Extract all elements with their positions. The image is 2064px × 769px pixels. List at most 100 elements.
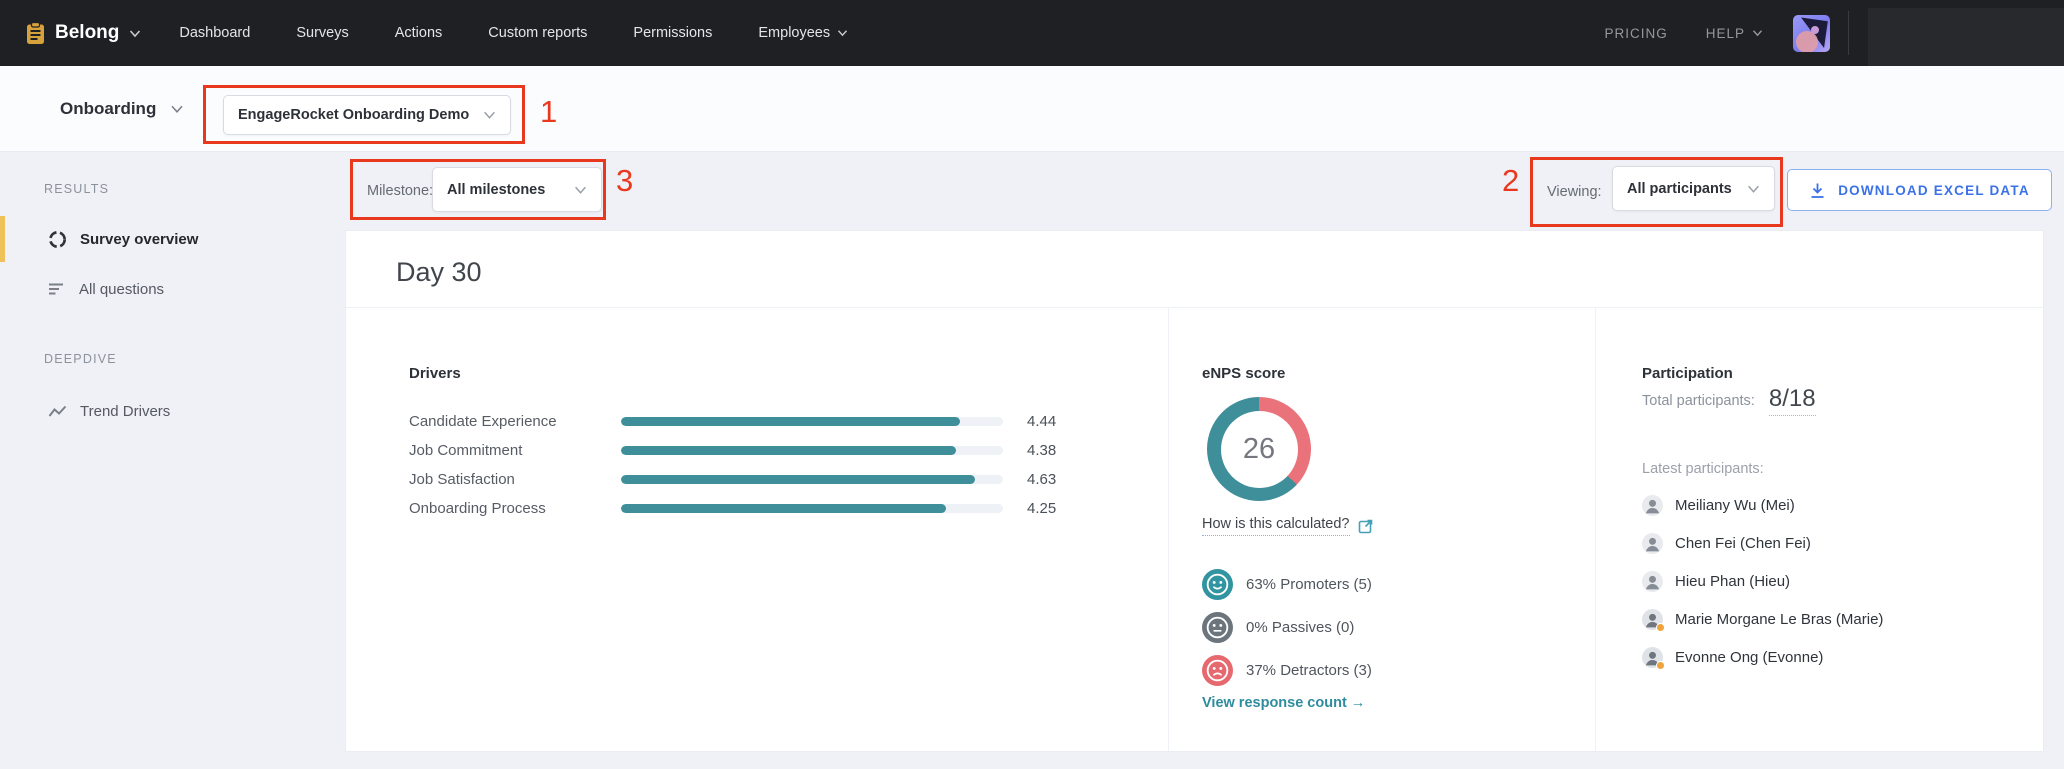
participant-name: Chen Fei (Chen Fei) xyxy=(1675,534,1811,552)
total-participants-label: Total participants: xyxy=(1642,392,1755,409)
donut-chart-icon xyxy=(48,230,67,248)
chevron-down-icon xyxy=(1748,185,1759,193)
sidebar-section-deepdive: DEEPDIVE xyxy=(44,352,117,366)
driver-bar-track xyxy=(621,416,1003,426)
person-avatar-icon xyxy=(1642,570,1663,592)
nav-item-dashboard[interactable]: Dashboard xyxy=(179,25,250,41)
passives-label: 0% Passives (0) xyxy=(1246,618,1355,636)
how-calculated-link[interactable]: How is this calculated? xyxy=(1202,516,1374,536)
clipboard-icon xyxy=(27,21,44,44)
total-participants-value[interactable]: 8/18 xyxy=(1768,385,1816,416)
milestone-label: Milestone: xyxy=(367,183,434,199)
sidebar-item-label: All questions xyxy=(79,280,165,298)
avatar xyxy=(1642,494,1663,516)
driver-bar-track xyxy=(621,474,1003,484)
viewing-select[interactable]: All participants xyxy=(1612,166,1775,211)
driver-bar-track xyxy=(621,445,1003,455)
driver-row: Job Commitment 4.38 xyxy=(409,436,1056,464)
driver-value: 4.25 xyxy=(1027,499,1057,517)
sidebar-item-label: Trend Drivers xyxy=(80,402,171,420)
participant-name: Hieu Phan (Hieu) xyxy=(1675,572,1791,590)
driver-row: Candidate Experience 4.44 xyxy=(409,407,1056,435)
divider xyxy=(1848,11,1849,55)
viewing-label: Viewing: xyxy=(1547,184,1602,200)
promoters-row: 63% Promoters (5) xyxy=(1202,568,1372,600)
brand-menu[interactable]: Belong xyxy=(26,21,141,45)
enps-donut-chart: 26 xyxy=(1207,397,1311,501)
viewing-select-value: All participants xyxy=(1627,180,1732,197)
sidebar-section-results: RESULTS xyxy=(44,182,110,196)
milestone-select-value: All milestones xyxy=(447,181,546,198)
milestone-select[interactable]: All milestones xyxy=(432,167,602,212)
driver-value: 4.63 xyxy=(1027,470,1057,488)
sidebar-item-trend-drivers[interactable]: Trend Drivers xyxy=(48,396,170,426)
chevron-down-icon xyxy=(171,105,183,113)
driver-value: 4.44 xyxy=(1027,412,1057,430)
participant-name: Marie Morgane Le Bras (Marie) xyxy=(1675,610,1884,628)
nav-item-help-label: HELP xyxy=(1705,25,1745,41)
driver-label: Onboarding Process xyxy=(409,499,546,517)
application-window: Belong Dashboard Surveys Actions Custom … xyxy=(0,0,2064,769)
participant-row: Hieu Phan (Hieu) xyxy=(1642,568,1790,594)
nav-item-actions[interactable]: Actions xyxy=(395,25,443,41)
participant-row: Marie Morgane Le Bras (Marie) xyxy=(1642,606,1883,632)
top-navigation: Belong Dashboard Surveys Actions Custom … xyxy=(0,0,2064,66)
nav-items: Dashboard Surveys Actions Custom reports… xyxy=(179,25,848,41)
driver-label: Candidate Experience xyxy=(409,412,557,430)
nav-item-permissions[interactable]: Permissions xyxy=(633,25,712,41)
chevron-down-icon xyxy=(838,30,848,37)
driver-bar-fill xyxy=(621,445,956,455)
user-menu-redacted[interactable] xyxy=(1868,8,2064,66)
survey-select-value: EngageRocket Onboarding Demo xyxy=(238,107,470,123)
avatar xyxy=(1642,646,1665,670)
promoter-smiley-icon xyxy=(1202,568,1233,600)
download-icon xyxy=(1811,183,1824,198)
nav-item-custom-reports[interactable]: Custom reports xyxy=(488,25,587,41)
participant-name: Evonne Ong (Evonne) xyxy=(1675,648,1824,666)
view-response-count-link[interactable]: View response count → xyxy=(1202,695,1365,711)
divider xyxy=(1168,308,1169,751)
app-logo-icon[interactable] xyxy=(1793,14,1830,52)
avatar xyxy=(1642,532,1663,554)
chevron-down-icon xyxy=(130,29,141,37)
chevron-down-icon xyxy=(484,111,495,119)
driver-value: 4.38 xyxy=(1027,441,1057,459)
app-logo-shape xyxy=(1796,16,1828,52)
how-calculated-label: How is this calculated? xyxy=(1202,516,1350,536)
participant-row: Chen Fei (Chen Fei) xyxy=(1642,530,1811,556)
driver-row: Job Satisfaction 4.63 xyxy=(409,465,1056,493)
sidebar-item-survey-overview[interactable]: Survey overview xyxy=(48,224,198,254)
nav-item-pricing[interactable]: PRICING xyxy=(1604,26,1667,41)
person-avatar-icon xyxy=(1642,532,1663,554)
survey-select[interactable]: EngageRocket Onboarding Demo xyxy=(223,95,511,135)
divider xyxy=(346,307,2043,308)
participant-row: Evonne Ong (Evonne) xyxy=(1642,644,1823,670)
promoters-label: 63% Promoters (5) xyxy=(1246,575,1372,593)
brand-label: Belong xyxy=(55,22,120,43)
total-participants-row: Total participants: 8/18 xyxy=(1642,385,1816,416)
passive-neutral-icon xyxy=(1202,611,1233,643)
driver-bar-track xyxy=(621,503,1003,513)
nav-item-surveys[interactable]: Surveys xyxy=(296,25,348,41)
nav-item-help[interactable]: HELP xyxy=(1706,26,1763,41)
list-lines-icon xyxy=(49,283,63,295)
program-selector[interactable]: Onboarding xyxy=(60,99,184,119)
download-excel-button[interactable]: DOWNLOAD EXCEL DATA xyxy=(1787,169,2052,211)
driver-label: Job Satisfaction xyxy=(409,470,515,488)
avatar xyxy=(1642,570,1663,592)
passives-row: 0% Passives (0) xyxy=(1202,611,1355,643)
driver-bar-fill xyxy=(621,416,961,426)
annotation-number-3: 3 xyxy=(616,163,634,198)
driver-bar-fill xyxy=(621,474,975,484)
nav-item-employees[interactable]: Employees xyxy=(758,25,848,41)
results-card: Day 30 Drivers Candidate Experience 4.44… xyxy=(345,230,2044,752)
driver-row: Onboarding Process 4.25 xyxy=(409,494,1056,522)
participant-name: Meiliany Wu (Mei) xyxy=(1675,496,1795,514)
milestone-title: Day 30 xyxy=(396,257,482,287)
download-excel-label: DOWNLOAD EXCEL DATA xyxy=(1838,182,2030,198)
sidebar: RESULTS Survey overview All questions DE… xyxy=(0,152,345,769)
detractor-frown-icon xyxy=(1202,654,1233,686)
sidebar-item-all-questions[interactable]: All questions xyxy=(48,274,164,304)
participant-badge xyxy=(1656,622,1665,632)
nav-right: PRICING HELP xyxy=(1604,11,1849,55)
